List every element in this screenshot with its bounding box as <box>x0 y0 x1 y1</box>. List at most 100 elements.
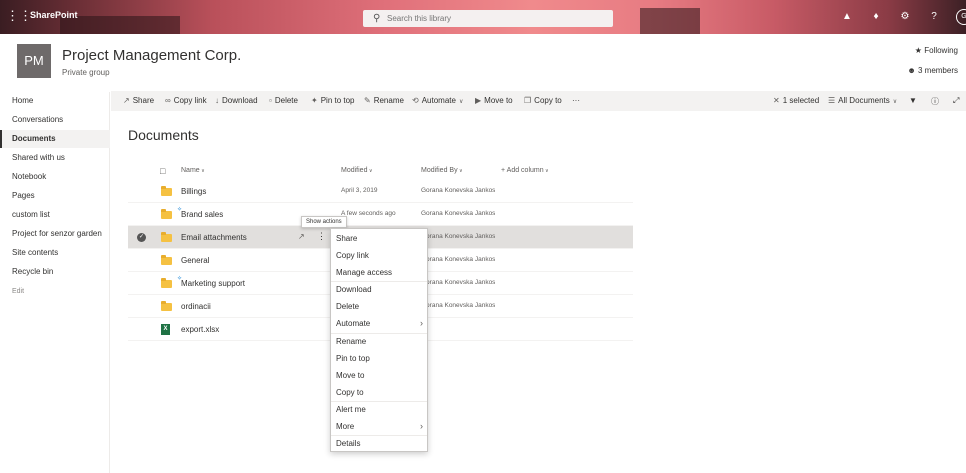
rename-command[interactable]: ✎ Rename <box>364 96 404 105</box>
pin-icon: ✦ <box>311 96 318 105</box>
item-name[interactable]: General <box>181 256 209 265</box>
modified-by-column-header[interactable]: Modified By <box>421 167 463 174</box>
view-list-icon: ☰ <box>828 96 836 105</box>
site-logo[interactable]: PM <box>17 44 51 78</box>
menu-item-download[interactable]: Download <box>331 281 427 298</box>
copy-to-command[interactable]: ❐ Copy to <box>524 96 562 105</box>
folder-icon <box>161 301 172 311</box>
follow-label: Following <box>924 46 958 55</box>
app-launcher-icon[interactable]: ⋮⋮ <box>6 9 32 23</box>
nav-home[interactable]: Home <box>0 92 110 110</box>
item-name[interactable]: Billings <box>181 187 206 196</box>
automate-command[interactable]: ⟲ Automate <box>412 96 463 105</box>
menu-item-manage-access[interactable]: Manage access <box>331 264 427 281</box>
info-icon[interactable]: ⓘ <box>931 96 939 107</box>
copy-link-label: Copy link <box>173 96 207 105</box>
item-modified-by[interactable]: Gorana Konevska Jankoski <box>421 187 495 194</box>
copy-link-command[interactable]: ∞ Copy link <box>165 96 207 105</box>
expand-icon[interactable]: ⤢ <box>953 96 959 106</box>
checkmark-icon[interactable]: ✓ <box>137 233 146 242</box>
menu-item-rename[interactable]: Rename <box>331 333 427 350</box>
item-modified: April 3, 2019 <box>341 187 378 194</box>
item-modified-by[interactable]: Gorana Konevska Jankoski <box>421 233 495 240</box>
left-navigation: Home Conversations Documents Shared with… <box>0 92 110 473</box>
nav-documents[interactable]: Documents <box>0 130 110 148</box>
share-command[interactable]: ↗ Share <box>123 96 154 105</box>
file-type-header-icon[interactable]: □ <box>160 166 165 176</box>
chevron-right-icon: › <box>420 318 423 328</box>
clear-selection-button[interactable]: ✕ 1 selected <box>773 96 819 105</box>
move-to-command[interactable]: ▶ Move to <box>475 96 513 105</box>
delete-command[interactable]: ▫ Delete <box>269 96 298 105</box>
download-command[interactable]: ↓ Download <box>215 96 258 105</box>
app-name[interactable]: SharePoint <box>30 10 78 20</box>
nav-notebook[interactable]: Notebook <box>0 168 110 186</box>
item-modified-by[interactable]: Gorana Konevska Jankoski <box>421 302 495 309</box>
site-title[interactable]: Project Management Corp. <box>62 47 241 64</box>
show-actions-tooltip: Show actions <box>301 216 347 228</box>
menu-item-alert-me[interactable]: Alert me <box>331 401 427 418</box>
menu-item-automate-label: Automate <box>336 319 371 328</box>
item-name[interactable]: Marketing support <box>181 279 245 288</box>
item-name[interactable]: export.xlsx <box>181 325 219 334</box>
members-label: 3 members <box>917 66 958 75</box>
menu-item-pin-to-top[interactable]: Pin to top <box>331 350 427 367</box>
share-icon: ↗ <box>123 96 130 105</box>
item-name[interactable]: ordinacii <box>181 302 211 311</box>
follow-button[interactable]: ★ Following <box>915 46 958 55</box>
nav-recycle-bin[interactable]: Recycle bin <box>0 263 110 281</box>
table-row[interactable]: Billings April 3, 2019 Gorana Konevska J… <box>128 180 633 203</box>
download-icon: ↓ <box>215 96 219 105</box>
nav-pages[interactable]: Pages <box>0 187 110 205</box>
delete-label: Delete <box>274 96 298 105</box>
menu-item-automate[interactable]: Automate › <box>331 315 427 332</box>
more-commands-button[interactable]: ··· <box>572 96 580 105</box>
item-modified-by[interactable]: Gorana Konevska Jankoski <box>421 210 495 217</box>
members-button[interactable]: ☻ 3 members <box>907 66 958 75</box>
filter-icon[interactable]: ▼ <box>909 96 917 105</box>
copy-to-label: Copy to <box>534 96 562 105</box>
gear-icon[interactable]: ⚙ <box>899 11 911 22</box>
nav-conversations[interactable]: Conversations <box>0 111 110 129</box>
nav-custom-list[interactable]: custom list <box>0 206 110 224</box>
move-to-label: Move to <box>484 96 513 105</box>
rename-label: Rename <box>373 96 404 105</box>
add-column-button[interactable]: + Add column <box>501 167 549 174</box>
menu-item-more-label: More <box>336 422 355 431</box>
nav-site-contents[interactable]: Site contents <box>0 244 110 262</box>
megaphone-icon[interactable]: ▲ <box>841 11 853 22</box>
name-column-header[interactable]: Name <box>181 167 205 174</box>
menu-item-copy-link[interactable]: Copy link <box>331 247 427 264</box>
menu-item-share[interactable]: Share <box>331 230 427 247</box>
selection-count: 1 selected <box>782 96 820 105</box>
menu-item-details[interactable]: Details <box>331 435 427 452</box>
item-name[interactable]: Brand sales <box>181 210 223 219</box>
item-modified-by[interactable]: Gorana Konevska Jankoski <box>421 279 495 286</box>
item-name[interactable]: Email attachments <box>181 233 247 242</box>
search-box[interactable]: ⚲ <box>363 10 613 27</box>
item-modified-by[interactable]: Gorana Konevska Jankoski <box>421 256 495 263</box>
menu-item-more[interactable]: More › <box>331 418 427 435</box>
context-menu: Share Copy link Manage access Download D… <box>330 228 428 452</box>
user-avatar[interactable]: G <box>956 9 966 25</box>
more-actions-icon[interactable]: ⋮ <box>317 231 326 242</box>
pin-to-top-label: Pin to top <box>320 96 355 105</box>
bell-icon[interactable]: ♦ <box>870 11 882 22</box>
search-input[interactable] <box>385 12 605 25</box>
folder-icon <box>161 186 172 196</box>
modified-column-header[interactable]: Modified <box>341 167 373 174</box>
help-icon[interactable]: ? <box>928 11 940 22</box>
share-icon[interactable]: ↗ <box>298 232 305 241</box>
folder-icon <box>161 232 172 242</box>
menu-item-copy-to[interactable]: Copy to <box>331 384 427 401</box>
nav-shared-with-us[interactable]: Shared with us <box>0 149 110 167</box>
nav-project-senzor-garden[interactable]: Project for senzor garden <box>0 225 110 243</box>
table-row[interactable]: ✧ Brand sales A few seconds ago Gorana K… <box>128 203 633 226</box>
view-selector[interactable]: ☰ All Documents <box>828 96 897 105</box>
header-image-silhouette <box>60 16 180 34</box>
view-label: All Documents <box>838 96 890 105</box>
menu-item-move-to[interactable]: Move to <box>331 367 427 384</box>
menu-item-delete[interactable]: Delete <box>331 298 427 315</box>
nav-edit-link[interactable]: Edit <box>0 283 110 301</box>
pin-to-top-command[interactable]: ✦ Pin to top <box>311 96 355 105</box>
